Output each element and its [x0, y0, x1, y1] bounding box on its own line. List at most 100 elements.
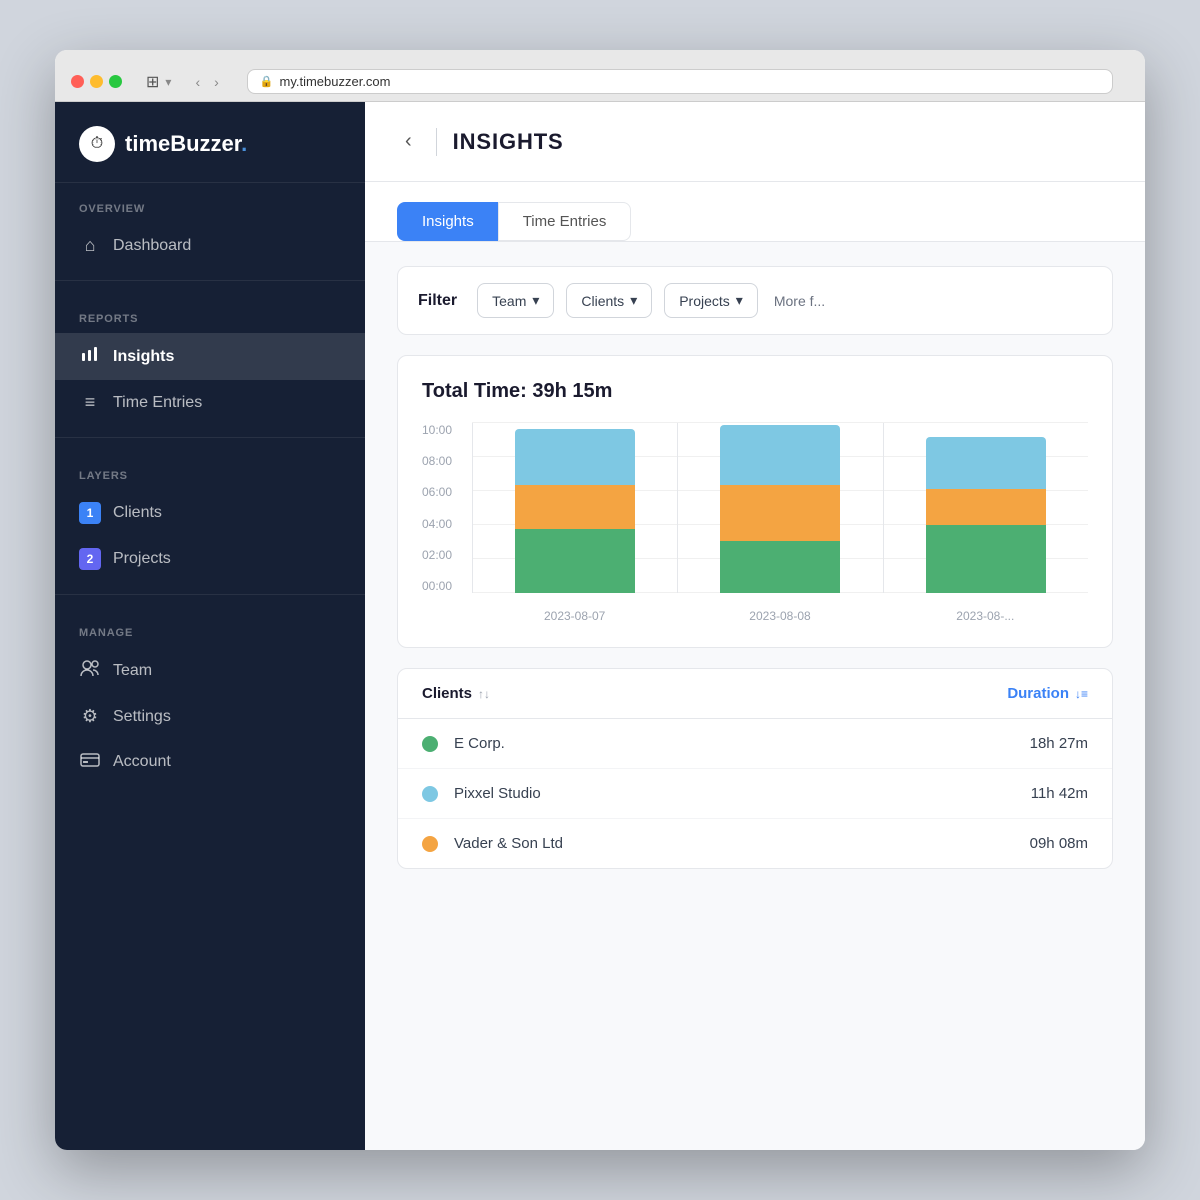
- x-label-3: 2023-08-...: [883, 603, 1088, 623]
- chevron-down-icon: ▾: [736, 292, 743, 309]
- chevron-down-icon: ▾: [630, 292, 637, 309]
- section-label-reports: REPORTS: [55, 313, 365, 333]
- filter-team-dropdown[interactable]: Team ▾: [477, 283, 554, 318]
- tab-time-entries[interactable]: Time Entries: [498, 202, 632, 241]
- back-button[interactable]: ‹: [397, 126, 420, 157]
- sidebar-section-reports: REPORTS Insights ≡ Time Entries: [55, 293, 365, 425]
- browser-window: ⊞ ▾ ‹ › 🔒 my.timebuzzer.com ⏱ timeBuzzer…: [55, 50, 1145, 1150]
- filter-bar: Filter Team ▾ Clients ▾ Projects ▾ More …: [397, 266, 1113, 335]
- sidebar-item-account[interactable]: Account: [55, 739, 365, 784]
- x-label-2: 2023-08-08: [677, 603, 882, 623]
- sidebar-section-layers: LAYERS 1 Clients 2 Projects: [55, 450, 365, 582]
- sidebar-item-time-entries[interactable]: ≡ Time Entries: [55, 380, 365, 425]
- x-label-1: 2023-08-07: [472, 603, 677, 623]
- tabs-bar: Insights Time Entries: [365, 182, 1145, 242]
- col-duration-header: Duration ↓≡: [1007, 685, 1088, 702]
- y-label: 02:00: [422, 548, 464, 562]
- divider-1: [55, 280, 365, 281]
- bar-segment-orange: [926, 489, 1046, 525]
- badge-1-icon: 1: [79, 502, 101, 524]
- header-divider: [436, 128, 437, 156]
- section-label-manage: MANAGE: [55, 627, 365, 647]
- sidebar-item-insights[interactable]: Insights: [55, 333, 365, 380]
- chart-x-labels: 2023-08-07 2023-08-08 2023-08-...: [472, 603, 1088, 623]
- sidebar-item-label: Insights: [113, 348, 174, 366]
- sort-icon-clients[interactable]: ↑↓: [478, 687, 490, 701]
- browser-controls: ⊞ ▾: [142, 72, 171, 92]
- filter-projects-label: Projects: [679, 293, 730, 309]
- sidebar-item-projects[interactable]: 2 Projects: [55, 536, 365, 582]
- chart-area: 00:00 02:00 04:00 06:00 08:00 10:00: [422, 423, 1088, 623]
- app-container: ⏱ timeBuzzer. OVERVIEW ⌂ Dashboard REPOR…: [55, 102, 1145, 1150]
- table-header: Clients ↑↓ Duration ↓≡: [398, 669, 1112, 719]
- logo-text: timeBuzzer.: [125, 131, 247, 157]
- y-label: 10:00: [422, 423, 464, 437]
- sidebar: ⏱ timeBuzzer. OVERVIEW ⌂ Dashboard REPOR…: [55, 102, 365, 1150]
- more-filter-label: More f...: [774, 293, 825, 309]
- content-area: Filter Team ▾ Clients ▾ Projects ▾ More …: [365, 242, 1145, 893]
- col-clients-header: Clients ↑↓: [422, 685, 1007, 702]
- divider-3: [55, 594, 365, 595]
- account-icon: [79, 751, 101, 772]
- bar-segment-blue: [720, 425, 840, 485]
- filter-projects-dropdown[interactable]: Projects ▾: [664, 283, 758, 318]
- url-text: my.timebuzzer.com: [279, 74, 390, 89]
- row-client-name: E Corp.: [454, 735, 1030, 752]
- maximize-button[interactable]: [109, 75, 122, 88]
- main-header: ‹ INSIGHTS: [365, 102, 1145, 182]
- close-button[interactable]: [71, 75, 84, 88]
- tab-insights[interactable]: Insights: [397, 202, 498, 241]
- forward-nav-button[interactable]: ›: [210, 72, 223, 92]
- lock-icon: 🔒: [260, 75, 274, 88]
- row-duration: 18h 27m: [1030, 735, 1088, 752]
- bar-segment-blue: [515, 429, 635, 485]
- bar-group-2: [677, 423, 882, 593]
- filter-clients-dropdown[interactable]: Clients ▾: [566, 283, 652, 318]
- bar-segment-blue: [926, 437, 1046, 489]
- main-content: ‹ INSIGHTS Insights Time Entries Filter …: [365, 102, 1145, 1150]
- row-client-name: Pixxel Studio: [454, 785, 1031, 802]
- table-row: Vader & Son Ltd 09h 08m: [398, 819, 1112, 868]
- page-title: INSIGHTS: [453, 129, 564, 155]
- dot-blue-icon: [422, 786, 438, 802]
- col-duration-label: Duration: [1007, 685, 1069, 702]
- col-clients-label: Clients: [422, 685, 472, 702]
- bar-segment-orange: [515, 485, 635, 529]
- y-label: 08:00: [422, 454, 464, 468]
- section-label-overview: OVERVIEW: [55, 203, 365, 223]
- y-label: 06:00: [422, 485, 464, 499]
- sidebar-item-dashboard[interactable]: ⌂ Dashboard: [55, 223, 365, 268]
- sort-icon-duration[interactable]: ↓≡: [1075, 687, 1088, 701]
- y-label: 04:00: [422, 517, 464, 531]
- sidebar-toggle-icon[interactable]: ⊞: [146, 72, 159, 92]
- minimize-button[interactable]: [90, 75, 103, 88]
- bar-segment-orange: [720, 485, 840, 541]
- sidebar-item-clients[interactable]: 1 Clients: [55, 490, 365, 536]
- address-bar[interactable]: 🔒 my.timebuzzer.com: [247, 69, 1113, 94]
- bar-stack-3: [926, 437, 1046, 593]
- team-icon: [79, 659, 101, 682]
- bar-segment-green: [720, 541, 840, 593]
- list-icon: ≡: [79, 392, 101, 413]
- row-client-name: Vader & Son Ltd: [454, 835, 1030, 852]
- dot-green-icon: [422, 736, 438, 752]
- table-row: Pixxel Studio 11h 42m: [398, 769, 1112, 819]
- sidebar-logo: ⏱ timeBuzzer.: [55, 102, 365, 183]
- sidebar-item-label: Team: [113, 662, 152, 680]
- chevron-down-icon: ▾: [532, 292, 539, 309]
- chart-title: Total Time: 39h 15m: [422, 380, 1088, 403]
- y-label: 00:00: [422, 579, 464, 593]
- logo-name: timeBuzzer: [125, 131, 241, 156]
- sidebar-section-manage: MANAGE Team ⚙ Settings: [55, 607, 365, 784]
- traffic-lights: [71, 75, 122, 88]
- sidebar-item-label: Dashboard: [113, 237, 191, 255]
- sidebar-item-team[interactable]: Team: [55, 647, 365, 694]
- chart-bars: [472, 423, 1088, 593]
- browser-chrome: ⊞ ▾ ‹ › 🔒 my.timebuzzer.com: [55, 50, 1145, 102]
- chevron-down-icon[interactable]: ▾: [165, 75, 171, 89]
- chart-card: Total Time: 39h 15m 00:00 02:00 04:00 06…: [397, 355, 1113, 648]
- filter-label: Filter: [418, 292, 457, 310]
- back-nav-button[interactable]: ‹: [191, 72, 204, 92]
- sidebar-item-settings[interactable]: ⚙ Settings: [55, 694, 365, 739]
- table-row: E Corp. 18h 27m: [398, 719, 1112, 769]
